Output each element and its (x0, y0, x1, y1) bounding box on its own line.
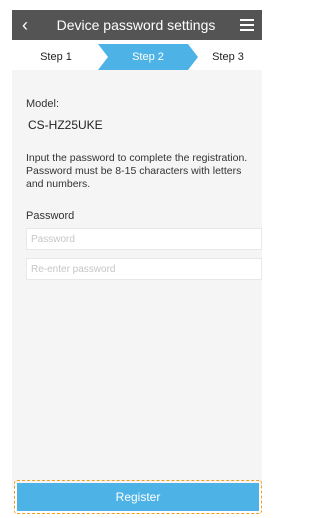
hamburger-menu-icon (240, 19, 254, 21)
page-title: Device password settings (56, 17, 216, 33)
reenter-password-input[interactable] (26, 258, 262, 280)
menu-button[interactable] (240, 10, 262, 40)
step-indicator: Step 1 Step 2 Step 3 (12, 44, 262, 70)
register-button[interactable]: Register (17, 483, 259, 511)
step-2: Step 2 (132, 51, 164, 63)
model-value: CS-HZ25UKE (28, 118, 103, 132)
hamburger-menu-icon-bar (240, 24, 254, 26)
app-header: ‹ Device password settings (12, 10, 262, 40)
chevron-left-icon: ‹ (22, 14, 28, 35)
model-label: Model: (26, 98, 60, 110)
step-1: Step 1 (40, 51, 72, 63)
hamburger-menu-icon-bar (240, 29, 254, 31)
form-panel: Model: CS-HZ25UKE Input the password to … (12, 70, 262, 488)
password-input[interactable] (26, 228, 262, 250)
register-highlight: Register (14, 480, 262, 514)
back-button[interactable]: ‹ (12, 10, 38, 40)
instructions-text: Input the password to complete the regis… (26, 152, 248, 190)
step-3: Step 3 (212, 51, 244, 63)
password-label: Password (26, 210, 75, 222)
